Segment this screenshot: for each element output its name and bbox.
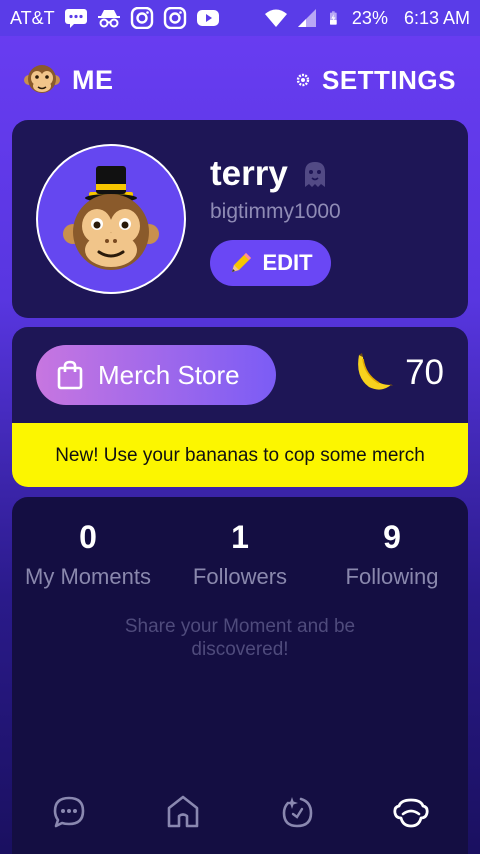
ghost-icon — [304, 162, 325, 187]
stat-value: 9 — [383, 519, 401, 555]
stat-following[interactable]: 9 Following — [316, 519, 468, 590]
battery-percent: 23% — [351, 7, 388, 28]
merch-card: Merch Store 70 New! Use your bananas to … — [12, 327, 468, 487]
merch-store-button[interactable]: Merch Store — [36, 345, 276, 405]
promo-banner[interactable]: New! Use your bananas to cop some merch — [12, 423, 468, 487]
username-row: terry — [210, 154, 330, 194]
nav-profile[interactable] — [387, 788, 435, 836]
bottom-nav — [12, 780, 468, 844]
banana-balance: 70 — [351, 351, 444, 395]
stat-value: 0 — [79, 519, 97, 555]
incognito-icon — [97, 10, 120, 28]
instagram-icon — [130, 7, 153, 29]
empty-moments-hint: Share your Moment and be discovered! — [124, 616, 356, 660]
pencil-icon — [232, 253, 252, 272]
home-icon — [167, 795, 199, 828]
banana-count: 70 — [405, 353, 444, 392]
nav-moments[interactable] — [273, 788, 321, 836]
stat-label: My Moments — [25, 564, 151, 589]
stats-row: 0 My Moments 1 Followers 9 Following — [12, 519, 468, 590]
username: terry — [210, 154, 288, 193]
youtube-icon — [196, 10, 219, 26]
profile-card: terry bigtimmy1000 EDIT — [12, 120, 468, 318]
battery-icon — [329, 11, 337, 25]
settings-label: SETTINGS — [321, 64, 456, 95]
nav-chat[interactable] — [45, 788, 93, 836]
chat-icon — [53, 796, 85, 828]
chat-icon — [64, 9, 87, 28]
banana-icon — [358, 353, 394, 390]
carrier-label: AT&T — [10, 7, 55, 28]
top-header: ME SETTINGS — [0, 56, 480, 104]
user-handle: bigtimmy1000 — [210, 200, 341, 223]
signal-icon — [297, 9, 316, 27]
edit-label: EDIT — [262, 250, 313, 275]
stat-label: Followers — [192, 564, 288, 589]
profile-icon — [393, 798, 429, 828]
settings-button[interactable]: SETTINGS — [296, 65, 456, 96]
shopping-bag-icon — [57, 360, 83, 390]
gear-icon — [296, 73, 310, 87]
clock: 6:13 AM — [403, 7, 470, 28]
edit-profile-button[interactable]: EDIT — [210, 240, 331, 286]
monkey-icon — [24, 65, 60, 93]
stat-label: Following — [345, 564, 439, 589]
merch-store-label: Merch Store — [98, 359, 240, 390]
stat-followers[interactable]: 1 Followers — [164, 519, 316, 590]
status-bar: AT&T 23% 6:13 AM — [0, 0, 480, 36]
me-label: ME — [72, 64, 114, 95]
avatar[interactable] — [36, 144, 186, 294]
instagram-icon — [163, 7, 186, 29]
wifi-icon — [264, 9, 287, 27]
moments-icon — [282, 797, 313, 828]
me-tab[interactable]: ME — [24, 62, 114, 98]
stat-value: 1 — [231, 519, 249, 555]
stat-my-moments[interactable]: 0 My Moments — [12, 519, 164, 590]
nav-home[interactable] — [159, 788, 207, 836]
monkey-top-hat-avatar-icon — [63, 166, 159, 270]
